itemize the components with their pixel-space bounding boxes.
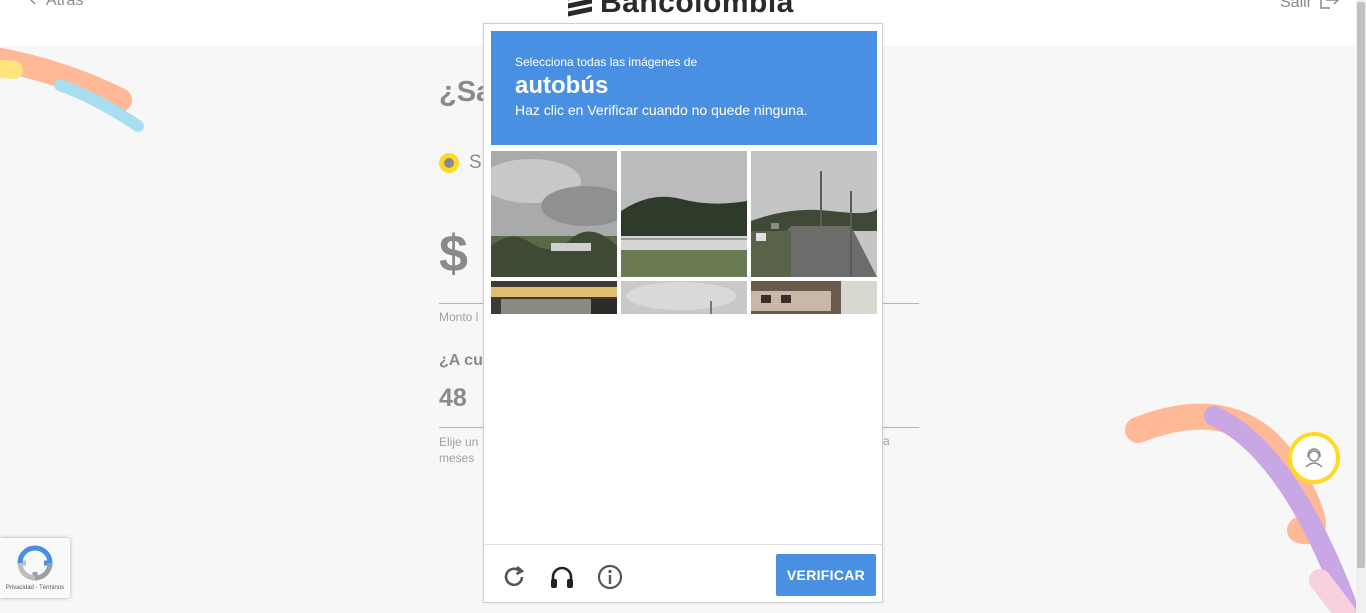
captcha-challenge-dialog: Selecciona todas las imágenes de autobús…: [483, 23, 883, 603]
recaptcha-badge-text[interactable]: Privacidad - Términos: [0, 585, 70, 591]
back-link[interactable]: Atrás: [26, 0, 83, 11]
captcha-target-word: autobús: [515, 72, 609, 99]
captcha-tile[interactable]: [621, 281, 747, 314]
cloudy-sky-icon: [621, 281, 747, 314]
reload-icon[interactable]: [500, 563, 528, 591]
bancolombia-logo: Bancolombia: [568, 0, 794, 20]
captcha-footer-divider: [484, 544, 882, 545]
audio-challenge-icon[interactable]: [548, 563, 576, 591]
radio-option-yes[interactable]: Sí: [439, 152, 487, 174]
chevron-left-icon: [26, 0, 38, 11]
captcha-tile[interactable]: [491, 281, 617, 314]
info-icon[interactable]: [596, 563, 624, 591]
bancolombia-mark-icon: [568, 0, 592, 17]
captcha-tile[interactable]: [751, 151, 877, 277]
road-cars-icon: [751, 151, 877, 277]
building-street-icon: [751, 281, 877, 314]
scrollbar-thumb[interactable]: [1357, 2, 1365, 568]
bus-roof-icon: [491, 281, 617, 314]
captcha-instruction-header: Selecciona todas las imágenes de autobús…: [491, 31, 877, 145]
back-label: Atrás: [46, 0, 84, 9]
exit-label: Salir: [1280, 0, 1313, 11]
captcha-tile[interactable]: [621, 151, 747, 277]
recaptcha-logo-icon: [17, 545, 53, 581]
radio-selected-icon[interactable]: [439, 153, 459, 173]
captcha-tile[interactable]: [491, 151, 617, 277]
captcha-instruction-line1: Selecciona todas las imágenes de: [515, 55, 698, 69]
months-help-text: Elije un meses: [439, 435, 479, 465]
verify-button[interactable]: VERIFICAR: [776, 554, 876, 596]
exit-icon: [1318, 0, 1340, 15]
page-scrollbar[interactable]: [1356, 0, 1366, 613]
logo-text: Bancolombia: [600, 0, 794, 19]
help-chat-button[interactable]: [1288, 432, 1340, 484]
captcha-instruction-line2: Haz clic en Verificar cuando no quede ni…: [515, 102, 808, 118]
exit-link[interactable]: Salir: [1280, 0, 1340, 15]
cloudy-sky-trees-icon: [491, 151, 617, 277]
captcha-tile[interactable]: [751, 281, 877, 314]
support-agent-icon: [1305, 448, 1323, 468]
hill-forest-fence-icon: [621, 151, 747, 277]
amount-help-text: Monto l: [439, 310, 479, 324]
months-input[interactable]: 48: [439, 384, 467, 413]
recaptcha-badge[interactable]: Privacidad - Términos: [0, 538, 70, 598]
